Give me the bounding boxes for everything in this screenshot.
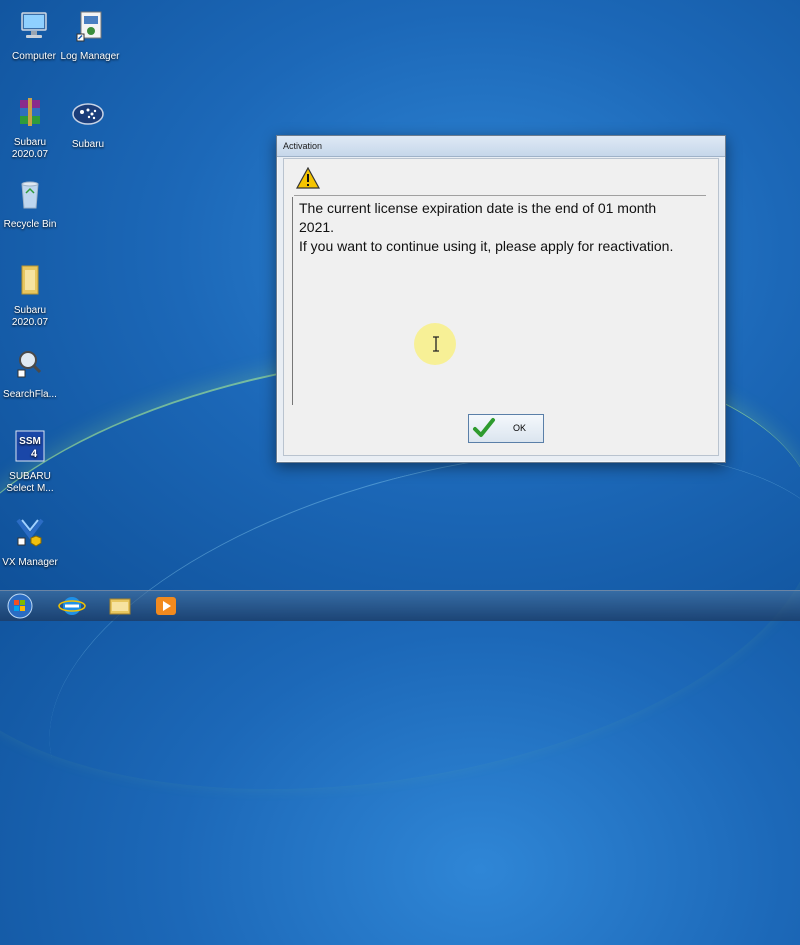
ok-button-label: OK <box>513 423 527 433</box>
taskbar <box>0 590 800 621</box>
winrar-icon <box>20 98 40 126</box>
desktop-icon-vx-manager[interactable]: VX Manager <box>0 514 64 569</box>
dialog-body: The current license expiration date is t… <box>283 158 719 456</box>
desktop-icon-label: Subaru <box>71 139 105 150</box>
desktop-icon-label: Log Manager <box>60 51 120 62</box>
desktop-icon-searchflash[interactable]: SearchFla... <box>0 346 64 401</box>
desktop-icon-log-manager[interactable]: Log Manager <box>56 8 124 63</box>
message-text-area[interactable]: The current license expiration date is t… <box>292 197 710 405</box>
subaru-logo-icon <box>72 103 104 125</box>
desktop-icon-label: Recycle Bin <box>3 219 57 230</box>
checkmark-icon <box>473 418 495 437</box>
desktop-icon-recycle-bin[interactable]: Recycle Bin <box>0 176 64 231</box>
text-cursor-icon <box>433 336 439 352</box>
desktop-icon-label: Subaru 2020.07 <box>11 305 49 328</box>
media-player-icon[interactable] <box>146 593 186 619</box>
dialog-title: Activation <box>277 136 725 157</box>
desktop-icon-subaru-folder[interactable]: Subaru 2020.07 <box>0 262 64 329</box>
folder-icon <box>21 265 39 295</box>
recycle-bin-icon <box>21 181 39 209</box>
search-tool-icon <box>17 351 42 378</box>
svg-text:SSM: SSM <box>19 436 41 447</box>
message-line-3: If you want to continue using it, please… <box>299 238 674 254</box>
log-manager-icon <box>76 11 102 42</box>
start-orb-icon[interactable] <box>4 591 36 621</box>
activation-dialog: Activation The current license expiratio… <box>276 135 726 463</box>
ssm4-icon: SSM 4 <box>15 430 45 462</box>
desktop-icon-label: SearchFla... <box>3 389 57 400</box>
vx-manager-icon <box>16 518 44 547</box>
header-divider <box>294 195 706 196</box>
file-explorer-icon[interactable] <box>100 593 140 619</box>
message-line-1: The current license expiration date is t… <box>299 200 657 216</box>
ok-button[interactable]: OK <box>468 414 544 443</box>
svg-text:4: 4 <box>31 448 38 460</box>
desktop-icon-subaru[interactable]: Subaru <box>54 96 122 151</box>
internet-explorer-icon[interactable] <box>52 593 92 619</box>
warning-icon <box>296 167 320 189</box>
desktop-icon-label: VX Manager <box>2 557 58 568</box>
message-line-2: 2021. <box>299 219 335 235</box>
desktop-icon-ssm4[interactable]: SSM 4 SUBARU Select M... <box>0 428 64 495</box>
desktop-icon-label: SUBARU Select M... <box>6 471 54 494</box>
computer-icon <box>21 12 47 38</box>
